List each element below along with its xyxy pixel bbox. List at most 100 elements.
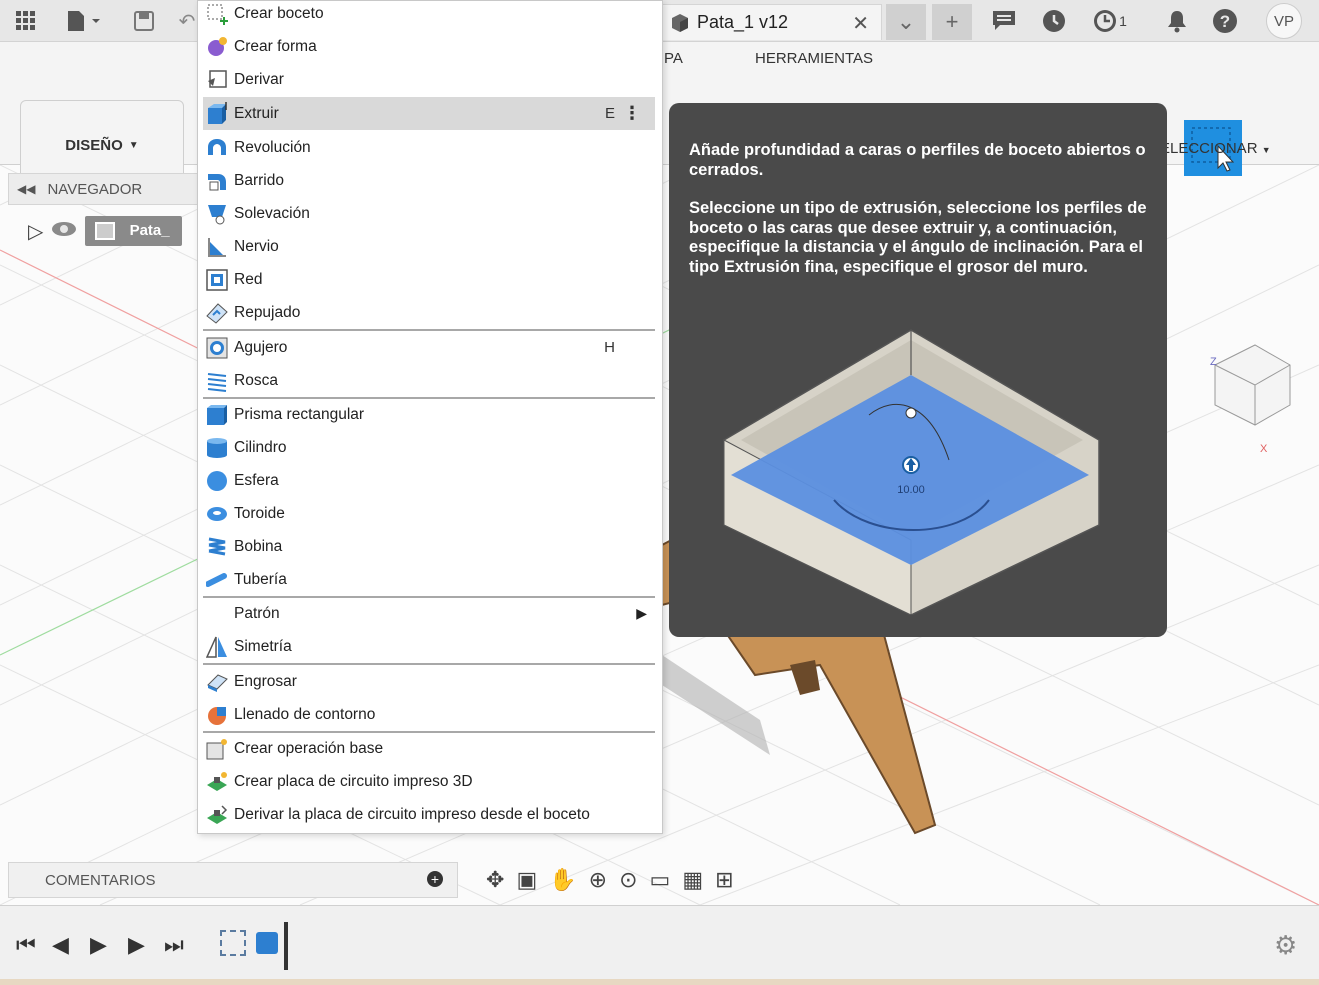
menu-item-create-sketch[interactable]: Crear boceto bbox=[203, 0, 655, 30]
root-component-label[interactable]: Pata_ bbox=[85, 215, 182, 247]
menu-item-derive[interactable]: Derivar bbox=[203, 63, 655, 96]
navigation-bar: ✥ ▣ ✋ ⊕ ⊙ ▭ ▦ ⊞ bbox=[478, 860, 838, 900]
comments-panel[interactable]: COMENTARIOS + bbox=[8, 862, 458, 898]
menu-item-thread[interactable]: Rosca bbox=[203, 364, 655, 397]
look-at-icon[interactable]: ▣ bbox=[516, 867, 537, 893]
timeline-extrude-icon[interactable] bbox=[256, 932, 278, 954]
menu-item-boundary-fill[interactable]: Llenado de contorno bbox=[203, 698, 655, 731]
select-dropdown[interactable]: ELECCIONAR ▼ bbox=[1160, 140, 1271, 157]
expand-triangle-icon[interactable]: ▷ bbox=[28, 219, 43, 244]
menu-item-sphere[interactable]: Esfera bbox=[203, 464, 655, 497]
menu-item-pcb-3d[interactable]: Crear placa de circuito impreso 3D bbox=[203, 765, 655, 798]
svg-text:Z: Z bbox=[1210, 356, 1217, 368]
menu-item-extrude[interactable]: Extruir E ⋮ bbox=[203, 97, 655, 130]
step-back-icon[interactable]: ◀ bbox=[52, 932, 69, 958]
visibility-eye-icon[interactable] bbox=[51, 221, 77, 242]
timeline-marker[interactable] bbox=[284, 922, 288, 970]
play-icon[interactable]: ▶ bbox=[90, 932, 107, 958]
extrude-tooltip: Añade profundidad a caras o perfiles de … bbox=[669, 103, 1167, 637]
chevron-down-icon: ▼ bbox=[128, 139, 139, 151]
ribbon-tab-tools[interactable]: HERRAMIENTAS bbox=[755, 50, 873, 67]
base-feature-icon bbox=[205, 737, 229, 761]
menu-item-rib[interactable]: Nervio bbox=[203, 230, 655, 263]
help-icon[interactable]: ? bbox=[1210, 6, 1240, 36]
notifications-bell-icon[interactable] bbox=[1162, 6, 1192, 36]
menu-item-shortcut: E bbox=[604, 105, 615, 122]
timeline-sketch-icon[interactable] bbox=[220, 930, 246, 956]
box-icon bbox=[205, 403, 229, 427]
go-to-end-icon[interactable]: ⏭ bbox=[164, 932, 184, 958]
svg-text:X: X bbox=[1260, 443, 1268, 455]
add-comment-plus-icon[interactable]: + bbox=[427, 871, 443, 887]
menu-item-pattern[interactable]: Patrón ▶ bbox=[203, 597, 655, 630]
sweep-icon bbox=[205, 169, 229, 193]
collapse-panel-icon[interactable]: ◀◀ bbox=[17, 182, 35, 196]
create-sketch-icon bbox=[205, 2, 229, 26]
menu-item-label: Patrón bbox=[234, 604, 280, 622]
menu-item-mirror[interactable]: Simetría bbox=[203, 630, 655, 663]
tab-overflow-chevron-icon[interactable]: ⌄ bbox=[886, 4, 926, 40]
go-to-start-icon[interactable]: ⏮ bbox=[16, 932, 36, 958]
menu-item-loft[interactable]: Solevación bbox=[203, 197, 655, 230]
menu-item-label: Revolución bbox=[234, 138, 311, 156]
close-tab-icon[interactable]: ✕ bbox=[852, 11, 869, 36]
menu-item-label: Bobina bbox=[234, 537, 283, 555]
menu-item-emboss[interactable]: Repujado bbox=[203, 296, 655, 329]
display-settings-icon[interactable]: ▭ bbox=[650, 867, 671, 893]
menu-item-pcb-derive[interactable]: Derivar la placa de circuito impreso des… bbox=[203, 798, 655, 831]
tooltip-description: Seleccione un tipo de extrusión, selecci… bbox=[689, 199, 1147, 276]
file-menu-icon[interactable] bbox=[62, 8, 106, 34]
menu-item-thicken[interactable]: Engrosar bbox=[203, 665, 655, 698]
timeline-settings-gear-icon[interactable]: ⚙ bbox=[1274, 930, 1297, 961]
undo-icon[interactable]: ↶ bbox=[176, 8, 198, 34]
cylinder-icon bbox=[205, 436, 229, 460]
extrude-illustration: 10.00 bbox=[723, 329, 1100, 615]
sphere-icon bbox=[205, 469, 229, 493]
menu-item-cylinder[interactable]: Cilindro bbox=[203, 431, 655, 464]
data-panel-grid-icon[interactable] bbox=[12, 8, 40, 34]
boundary-fill-icon bbox=[205, 703, 229, 727]
ribbon-tab-partial[interactable]: PA bbox=[664, 50, 683, 67]
pan-hand-icon[interactable]: ✋ bbox=[549, 867, 576, 893]
menu-item-web[interactable]: Red bbox=[203, 263, 655, 296]
job-status-icon[interactable]: 1 bbox=[1088, 6, 1132, 36]
extensions-icon[interactable] bbox=[1038, 6, 1070, 36]
menu-item-revolve[interactable]: Revolución bbox=[203, 131, 655, 164]
more-options-kebab-icon[interactable]: ⋮ bbox=[623, 103, 641, 124]
create-dropdown-menu: Crear boceto Crear forma Derivar Extruir… bbox=[197, 0, 663, 834]
zoom-icon[interactable]: ⊕ bbox=[589, 867, 607, 893]
menu-item-hole[interactable]: Agujero H bbox=[203, 331, 655, 364]
bottom-strip bbox=[0, 979, 1319, 985]
menu-item-base-feature[interactable]: Crear operación base bbox=[203, 732, 655, 765]
comment-notifications-icon[interactable] bbox=[988, 6, 1020, 36]
chevron-down-icon: ▼ bbox=[1261, 145, 1271, 155]
menu-item-label: Red bbox=[234, 270, 263, 288]
menu-item-coil[interactable]: Bobina bbox=[203, 530, 655, 563]
user-avatar[interactable]: VP bbox=[1266, 3, 1302, 39]
thicken-icon bbox=[205, 670, 229, 694]
submenu-arrow-icon: ▶ bbox=[636, 605, 647, 621]
document-tab[interactable]: Pata_1 v12 ✕ bbox=[662, 4, 882, 40]
fit-window-icon[interactable]: ⊙ bbox=[619, 867, 637, 893]
orbit-icon[interactable]: ✥ bbox=[486, 867, 504, 893]
menu-item-sweep[interactable]: Barrido bbox=[203, 164, 655, 197]
tooltip-summary: Añade profundidad a caras o perfiles de … bbox=[689, 141, 1146, 179]
menu-item-torus[interactable]: Toroide bbox=[203, 497, 655, 530]
menu-item-pipe[interactable]: Tubería bbox=[203, 563, 655, 596]
step-forward-icon[interactable]: ▶ bbox=[128, 932, 145, 958]
browser-root-node[interactable]: ▷ Pata_ bbox=[28, 215, 182, 247]
fusion-app-window: Z X ↶ Pata_1 v12 ✕ ⌄ + 1 ? VP DISEÑO ▼ P… bbox=[0, 0, 1319, 985]
menu-item-label: Toroide bbox=[234, 504, 285, 522]
menu-item-create-form[interactable]: Crear forma bbox=[203, 30, 655, 63]
menu-item-label: Rosca bbox=[234, 371, 278, 389]
menu-item-label: Crear boceto bbox=[234, 4, 324, 22]
browser-navigator-header[interactable]: ◀◀ NAVEGADOR bbox=[8, 173, 198, 205]
timeline-bar: ⏮ ◀ ▶ ▶ ⏭ ⚙ bbox=[0, 905, 1319, 979]
pipe-icon bbox=[205, 568, 229, 592]
menu-item-box[interactable]: Prisma rectangular bbox=[203, 398, 655, 431]
menu-item-label: Derivar la placa de circuito impreso des… bbox=[234, 805, 590, 823]
viewports-icon[interactable]: ⊞ bbox=[715, 867, 733, 893]
grid-settings-icon[interactable]: ▦ bbox=[682, 867, 703, 893]
save-icon[interactable] bbox=[130, 8, 158, 34]
new-tab-plus-icon[interactable]: + bbox=[932, 4, 972, 40]
